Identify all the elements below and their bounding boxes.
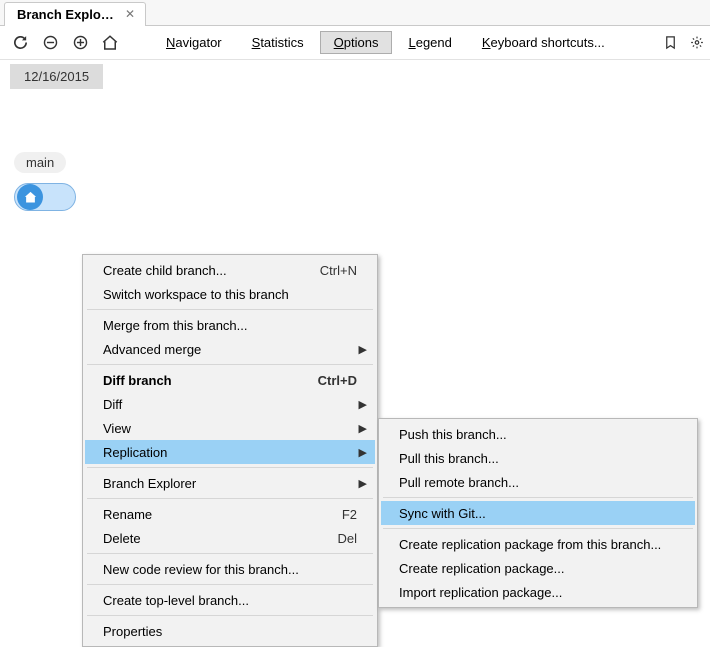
tab-branch-explorer[interactable]: Branch Explore... ✕ xyxy=(4,2,146,26)
menu-keyboard-shortcuts[interactable]: Keyboard shortcuts... xyxy=(468,31,619,54)
home-changeset-icon[interactable] xyxy=(17,184,43,210)
date-badge: 12/16/2015 xyxy=(10,64,103,89)
ctx-rename[interactable]: Rename F2 xyxy=(85,502,375,526)
ctx-separator xyxy=(87,553,373,554)
ctx-separator xyxy=(383,528,693,529)
sub-pull-remote-branch[interactable]: Pull remote branch... xyxy=(381,470,695,494)
ctx-advanced-merge[interactable]: Advanced merge ▶ xyxy=(85,337,375,361)
menu-legend-rest: egend xyxy=(416,35,452,50)
ctx-switch-workspace[interactable]: Switch workspace to this branch xyxy=(85,282,375,306)
menu-navigator-rest: avigator xyxy=(175,35,221,50)
ctx-diff-branch[interactable]: Diff branch Ctrl+D xyxy=(85,368,375,392)
ctx-diff[interactable]: Diff ▶ xyxy=(85,392,375,416)
branch-track-main: main xyxy=(14,152,76,213)
ctx-separator xyxy=(87,364,373,365)
bookmark-icon[interactable] xyxy=(656,29,684,57)
chevron-right-icon: ▶ xyxy=(359,343,367,356)
close-icon[interactable]: ✕ xyxy=(125,8,135,20)
ctx-create-top-level-branch[interactable]: Create top-level branch... xyxy=(85,588,375,612)
menu-legend[interactable]: Legend xyxy=(394,31,465,54)
ctx-new-code-review[interactable]: New code review for this branch... xyxy=(85,557,375,581)
chevron-right-icon: ▶ xyxy=(359,422,367,435)
ctx-delete[interactable]: Delete Del xyxy=(85,526,375,550)
tab-title: Branch Explore... xyxy=(17,7,117,22)
menu-navigator[interactable]: Navigator xyxy=(152,31,236,54)
ctx-replication[interactable]: Replication ▶ xyxy=(85,440,375,464)
ctx-branch-explorer[interactable]: Branch Explorer ▶ xyxy=(85,471,375,495)
ctx-separator xyxy=(383,497,693,498)
ctx-merge-from[interactable]: Merge from this branch... xyxy=(85,313,375,337)
home-icon[interactable] xyxy=(96,29,124,57)
branch-node-main[interactable] xyxy=(14,183,76,213)
sub-create-pkg[interactable]: Create replication package... xyxy=(381,556,695,580)
ctx-separator xyxy=(87,498,373,499)
menu-options-rest: ptions xyxy=(344,35,379,50)
chevron-right-icon: ▶ xyxy=(359,398,367,411)
menu-statistics-rest: tatistics xyxy=(260,35,303,50)
sub-pull-branch[interactable]: Pull this branch... xyxy=(381,446,695,470)
toolbar: Navigator Statistics Options Legend Keyb… xyxy=(0,26,710,60)
zoom-in-icon[interactable] xyxy=(66,29,94,57)
ctx-separator xyxy=(87,615,373,616)
sub-import-pkg[interactable]: Import replication package... xyxy=(381,580,695,604)
branch-label[interactable]: main xyxy=(14,152,66,173)
chevron-right-icon: ▶ xyxy=(359,477,367,490)
branch-canvas[interactable]: 12/16/2015 main Create child branch... C… xyxy=(0,60,710,548)
chevron-right-icon: ▶ xyxy=(359,446,367,459)
refresh-icon[interactable] xyxy=(6,29,34,57)
menu-statistics[interactable]: Statistics xyxy=(238,31,318,54)
sub-sync-with-git[interactable]: Sync with Git... xyxy=(381,501,695,525)
tab-bar: Branch Explore... ✕ xyxy=(0,0,710,26)
ctx-separator xyxy=(87,584,373,585)
sub-create-pkg-from-branch[interactable]: Create replication package from this bra… xyxy=(381,532,695,556)
settings-icon[interactable] xyxy=(690,29,704,57)
sub-push-branch[interactable]: Push this branch... xyxy=(381,422,695,446)
ctx-separator xyxy=(87,309,373,310)
branch-context-menu: Create child branch... Ctrl+N Switch wor… xyxy=(82,254,378,647)
ctx-properties[interactable]: Properties xyxy=(85,619,375,643)
menu-options[interactable]: Options xyxy=(320,31,393,54)
zoom-out-icon[interactable] xyxy=(36,29,64,57)
ctx-separator xyxy=(87,467,373,468)
replication-submenu: Push this branch... Pull this branch... … xyxy=(378,418,698,608)
ctx-view[interactable]: View ▶ xyxy=(85,416,375,440)
menu-keyboard-rest: eyboard shortcuts... xyxy=(491,35,605,50)
ctx-create-child-branch[interactable]: Create child branch... Ctrl+N xyxy=(85,258,375,282)
